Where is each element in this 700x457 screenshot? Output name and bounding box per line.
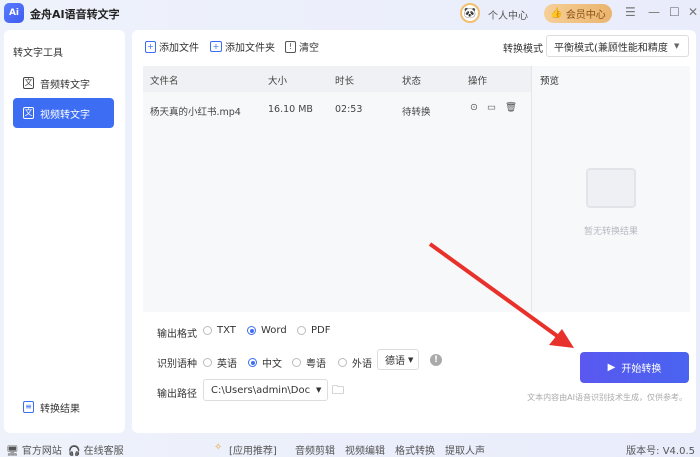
red-arrow-annotation — [428, 242, 574, 348]
label: 在线客服 — [83, 446, 124, 457]
version-text: 版本号: V4.0.5 — [626, 446, 695, 457]
label: 官方网站 — [21, 446, 62, 457]
recommend-label: [应用推荐] — [229, 446, 277, 457]
footer-link-video-edit[interactable]: 视频编辑 — [345, 442, 385, 457]
website-link[interactable]: 🖥 官方网站 — [6, 442, 62, 457]
footer-link-audio-edit[interactable]: 音频剪辑 — [295, 442, 335, 457]
recommend-icon: ✧ — [214, 442, 223, 453]
footer-link-vocal[interactable]: 提取人声 — [445, 442, 485, 457]
service-link[interactable]: 🎧 在线客服 — [68, 442, 124, 457]
footer-link-format[interactable]: 格式转换 — [395, 442, 435, 457]
